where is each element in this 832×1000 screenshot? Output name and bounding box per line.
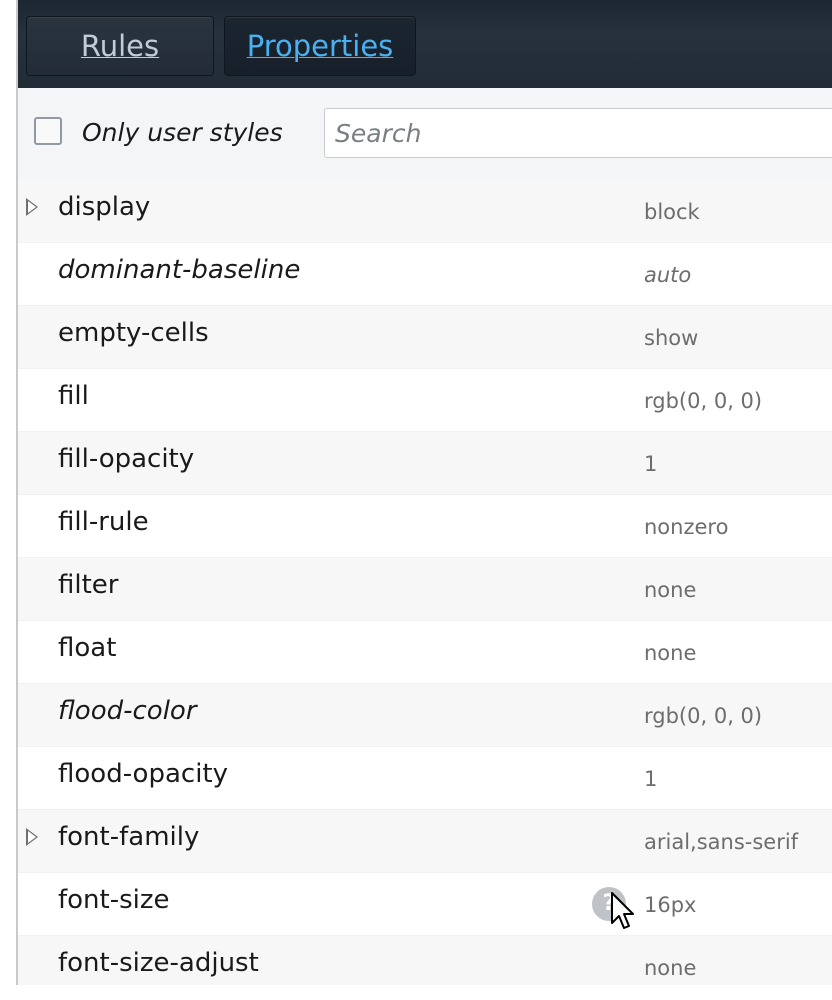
property-value: none [644,578,697,602]
tab-properties-label: Properties [246,29,394,63]
property-value: none [644,641,697,665]
property-row-flood-opacity[interactable]: flood-opacity 1 [18,747,832,810]
expand-triangle-icon[interactable] [26,828,38,846]
property-row-filter[interactable]: filter none [18,558,832,621]
property-row-font-size-adjust[interactable]: font-size-adjust none [18,936,832,985]
property-value: rgb(0, 0, 0) [644,704,763,728]
property-row-empty-cells[interactable]: empty-cells show [18,306,832,369]
property-value: nonzero [644,515,729,539]
property-name: flood-opacity [58,759,229,789]
property-name: font-size-adjust [58,948,259,978]
property-name: fill-opacity [58,444,195,474]
property-row-fill[interactable]: fill rgb(0, 0, 0) [18,369,832,432]
property-row-fill-rule[interactable]: fill-rule nonzero [18,495,832,558]
property-name: empty-cells [58,318,209,348]
property-value: 16px [644,893,697,917]
search-input[interactable] [324,108,832,158]
property-value: rgb(0, 0, 0) [644,389,763,413]
property-row-flood-color[interactable]: flood-color rgb(0, 0, 0) [18,684,832,747]
property-name: display [58,192,151,222]
property-value: block [644,200,700,224]
property-row-dominant-baseline[interactable]: dominant-baseline auto [18,243,832,306]
tab-rules[interactable]: Rules [26,16,214,76]
property-name: dominant-baseline [58,255,301,285]
property-row-display[interactable]: display block [18,180,832,243]
tab-properties[interactable]: Properties [224,16,416,76]
only-user-styles-checkbox[interactable] [34,117,62,145]
tab-bar: Rules Properties [18,0,832,89]
property-name: float [58,633,117,663]
property-row-float[interactable]: float none [18,621,832,684]
property-value: arial,sans-serif [644,830,799,854]
only-user-styles-label[interactable]: Only user styles [82,118,283,147]
property-value: 1 [644,767,658,791]
property-value: show [644,326,699,350]
filter-bar: Only user styles [18,88,832,181]
mouse-pointer-icon [611,892,634,929]
property-row-font-family[interactable]: font-family arial,sans-serif [18,810,832,873]
property-name: fill [58,381,89,411]
property-row-font-size[interactable]: font-size ? 16px [18,873,832,936]
property-value: 1 [644,452,658,476]
computed-style-panel: Rules Properties Only user styles displa… [16,0,832,985]
property-name: fill-rule [58,507,149,537]
property-name: font-size [58,885,170,915]
property-name: flood-color [58,696,197,726]
property-value: none [644,956,697,980]
property-name: font-family [58,822,200,852]
property-value: auto [644,263,692,287]
property-list: display block dominant-baseline auto emp… [18,180,832,985]
property-name: filter [58,570,119,600]
property-row-fill-opacity[interactable]: fill-opacity 1 [18,432,832,495]
expand-triangle-icon[interactable] [26,198,38,216]
tab-rules-label: Rules [80,29,160,63]
